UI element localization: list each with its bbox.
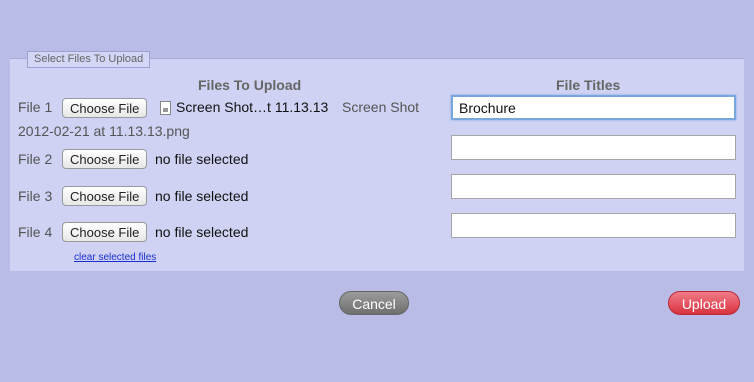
file-3-no-file-text: no file selected [155,188,249,204]
fieldset-legend: Select Files To Upload [27,51,151,68]
file-2-title-input[interactable] [451,135,736,160]
file-4-no-file-text: no file selected [155,224,249,240]
file-1-full-name-part1: Screen Shot [342,99,420,115]
file-2-label: File 2 [18,151,53,167]
file-4-label: File 4 [18,224,53,240]
file-3-label: File 3 [18,188,53,204]
file-1-selected-name: Screen Shot…t 11.13.13 [176,99,329,115]
file-1-title-input[interactable] [451,95,736,120]
cancel-button[interactable]: Cancel [339,291,409,315]
file-2-choose-button[interactable]: Choose File [62,149,148,169]
files-to-upload-header: Files To Upload [198,77,302,93]
file-4-title-input[interactable] [451,213,736,238]
file-2-no-file-text: no file selected [155,151,249,167]
file-1-label: File 1 [18,99,53,115]
file-titles-header: File Titles [556,77,621,93]
file-1-full-name-part2: 2012-02-21 at 11.13.13.png [18,123,190,139]
upload-button[interactable]: Upload [668,291,740,315]
upload-dialog: Select Files To Upload Files To Upload F… [0,0,754,382]
file-3-choose-button[interactable]: Choose File [62,186,148,206]
file-3-title-input[interactable] [451,174,736,199]
file-1-choose-button[interactable]: Choose File [62,98,148,118]
clear-selected-files-link[interactable]: clear selected files [74,252,156,263]
file-4-choose-button[interactable]: Choose File [62,222,148,242]
file-document-icon [160,101,171,115]
